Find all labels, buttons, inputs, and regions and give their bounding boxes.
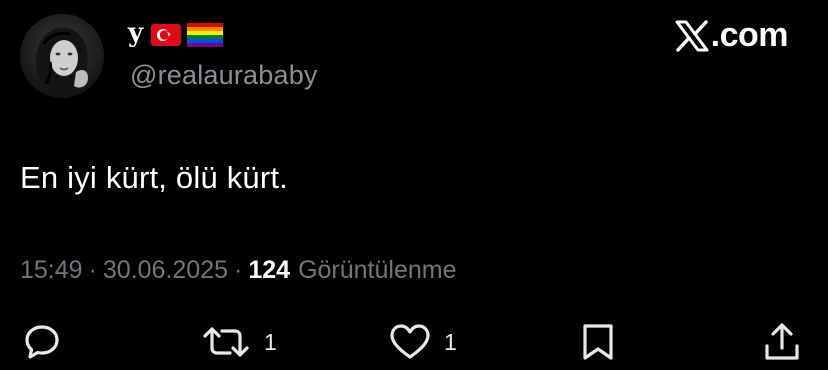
author-name-row[interactable]: y	[128, 18, 224, 52]
tweet-text: En iyi kürt, ölü kürt.	[20, 160, 288, 195]
tweet-meta: 15:49 · 30.06.2025 · 124 Görüntülenme	[20, 256, 457, 285]
reply-button[interactable]	[22, 320, 62, 364]
bookmark-icon	[583, 324, 613, 360]
turkey-flag-icon	[151, 24, 182, 46]
tweet-date[interactable]: 30.06.2025	[103, 256, 228, 285]
heart-icon	[390, 324, 430, 359]
retweet-button[interactable]: 1	[200, 320, 277, 364]
meta-separator: ·	[234, 256, 243, 284]
like-button[interactable]: 1	[388, 320, 457, 364]
tweet-actions: 1 1	[0, 320, 828, 364]
views-count[interactable]: 124	[248, 256, 290, 285]
author-handle[interactable]: @realaurababy	[130, 60, 318, 91]
bookmark-button[interactable]	[580, 320, 616, 364]
retweet-icon	[203, 327, 249, 357]
brand-domain-text: .com	[710, 16, 789, 54]
retweet-count: 1	[264, 328, 277, 355]
meta-separator: ·	[88, 256, 97, 284]
avatar-image	[20, 14, 104, 98]
tweet-time[interactable]: 15:49	[20, 256, 83, 285]
x-logo-icon	[675, 19, 709, 52]
reply-icon	[25, 325, 59, 359]
share-icon	[765, 323, 799, 360]
rainbow-flag-icon	[187, 23, 224, 47]
display-name[interactable]: y	[128, 20, 143, 46]
share-button[interactable]	[762, 320, 802, 364]
views-label[interactable]: Görüntülenme	[298, 256, 456, 285]
brand-logo: .com	[675, 16, 789, 55]
like-count: 1	[444, 328, 457, 355]
avatar[interactable]	[20, 14, 104, 98]
